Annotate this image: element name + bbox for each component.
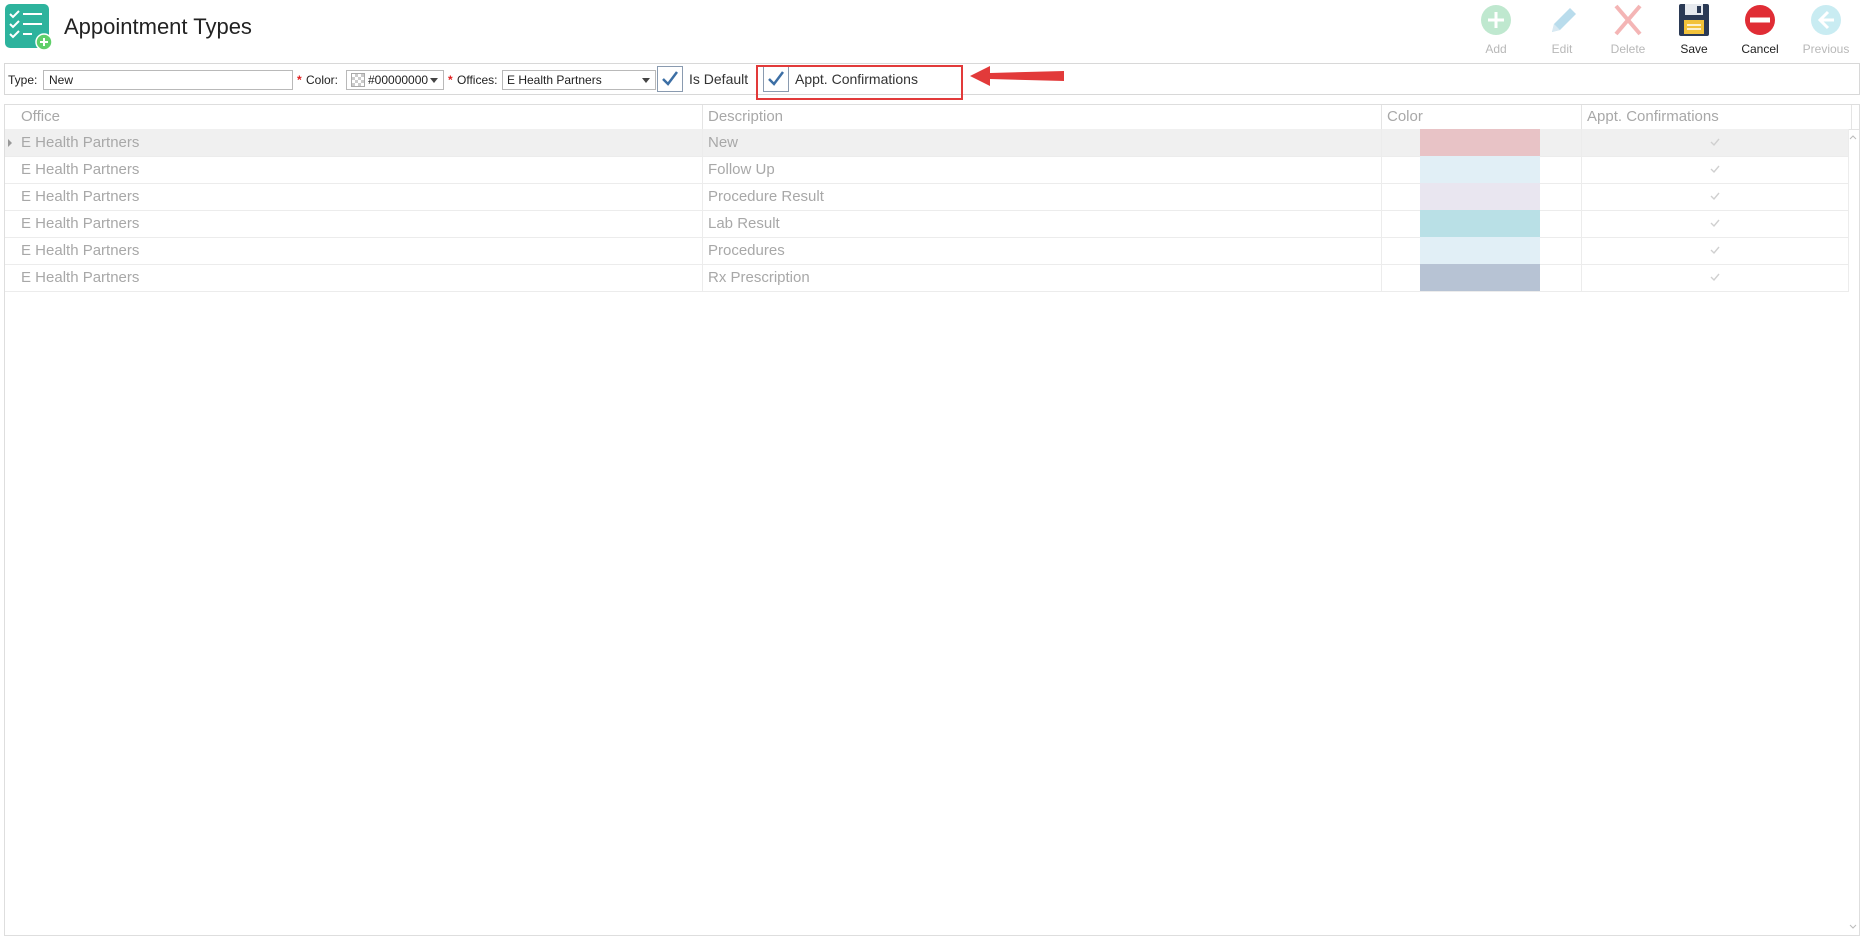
cell-description[interactable]: Lab Result	[703, 210, 1382, 237]
pencil-icon	[1552, 8, 1576, 32]
cancel-label: Cancel	[1741, 42, 1779, 56]
table-row[interactable]: E Health Partners Procedures	[5, 237, 1849, 265]
checkmark-icon	[1710, 192, 1720, 201]
color-swatch	[1420, 156, 1540, 183]
offices-required-marker: *	[448, 73, 453, 87]
color-swatch	[1420, 264, 1540, 291]
delete-button[interactable]: Delete	[1595, 0, 1661, 60]
type-label: Type:	[8, 73, 38, 87]
color-label: Color:	[306, 73, 339, 87]
column-header-appt-confirmations[interactable]: Appt. Confirmations	[1582, 105, 1852, 129]
cell-office[interactable]: E Health Partners	[16, 129, 703, 156]
cell-office[interactable]: E Health Partners	[16, 237, 703, 264]
offices-label: Offices:	[457, 73, 498, 87]
page-title: Appointment Types	[64, 14, 252, 39]
add-label: Add	[1485, 42, 1507, 56]
delete-x-icon	[1614, 4, 1642, 36]
cell-description[interactable]: New	[703, 129, 1382, 156]
add-button[interactable]: Add	[1463, 0, 1529, 60]
column-header-description[interactable]: Description	[703, 105, 1382, 129]
color-swatch	[1420, 183, 1540, 210]
offices-select[interactable]: E Health Partners	[502, 70, 656, 90]
is-default-checkbox[interactable]	[657, 66, 683, 92]
table-row[interactable]: E Health Partners Rx Prescription	[5, 264, 1849, 292]
color-value: #00000000	[368, 73, 429, 87]
transparent-swatch-icon	[351, 73, 365, 87]
column-header-office[interactable]: Office	[16, 105, 703, 129]
cell-description[interactable]: Follow Up	[703, 156, 1382, 183]
checkmark-icon	[1710, 165, 1720, 174]
color-swatch	[1420, 210, 1540, 237]
annotation-highlight-box	[756, 65, 963, 100]
app-checklist-icon	[4, 2, 53, 51]
color-picker[interactable]: #00000000	[346, 70, 444, 90]
vertical-scrollbar[interactable]	[1847, 129, 1859, 935]
add-icon	[1481, 5, 1511, 35]
edit-label: Edit	[1551, 42, 1573, 56]
cell-description[interactable]: Rx Prescription	[703, 264, 1382, 291]
color-required-marker: *	[297, 73, 302, 87]
is-default-label: Is Default	[689, 71, 749, 87]
table-row[interactable]: E Health Partners Procedure Result	[5, 183, 1849, 211]
cell-description[interactable]: Procedures	[703, 237, 1382, 264]
grid-header: Office Description Color Appt. Confirmat…	[5, 105, 1859, 130]
save-button[interactable]: Save	[1661, 0, 1727, 60]
cancel-button[interactable]: Cancel	[1727, 0, 1793, 60]
table-row[interactable]: E Health Partners New	[5, 129, 1849, 157]
checkmark-icon	[1710, 273, 1720, 282]
cell-office[interactable]: E Health Partners	[16, 183, 703, 210]
current-row-indicator-icon	[8, 139, 12, 147]
table-row[interactable]: E Health Partners Lab Result	[5, 210, 1849, 238]
color-swatch	[1420, 129, 1540, 156]
checkmark-icon	[1710, 138, 1720, 147]
previous-button[interactable]: Previous	[1793, 0, 1859, 60]
back-arrow-icon	[1811, 5, 1841, 35]
checkmark-icon	[662, 71, 678, 86]
save-label: Save	[1680, 42, 1708, 56]
chevron-down-icon	[642, 78, 650, 83]
cancel-icon	[1745, 5, 1775, 35]
checkmark-icon	[1710, 246, 1720, 255]
table-row[interactable]: E Health Partners Follow Up	[5, 156, 1849, 184]
edit-button[interactable]: Edit	[1529, 0, 1595, 60]
chevron-down-icon	[430, 78, 438, 83]
floppy-disk-icon	[1679, 4, 1709, 36]
previous-label: Previous	[1802, 42, 1850, 56]
offices-value: E Health Partners	[507, 73, 602, 87]
appointment-types-grid: Office Description Color Appt. Confirmat…	[4, 104, 1860, 936]
column-header-color[interactable]: Color	[1382, 105, 1582, 129]
delete-label: Delete	[1610, 42, 1646, 56]
action-toolbar: Add Edit Delete Save Cancel Previous	[1463, 0, 1859, 60]
cell-description[interactable]: Procedure Result	[703, 183, 1382, 210]
annotation-arrow-icon	[970, 66, 1064, 86]
cell-office[interactable]: E Health Partners	[16, 156, 703, 183]
type-input[interactable]	[43, 70, 293, 90]
cell-office[interactable]: E Health Partners	[16, 264, 703, 291]
color-swatch	[1420, 237, 1540, 264]
checkmark-icon	[1710, 219, 1720, 228]
cell-office[interactable]: E Health Partners	[16, 210, 703, 237]
scrollbar-arrows-icon	[1849, 135, 1857, 929]
